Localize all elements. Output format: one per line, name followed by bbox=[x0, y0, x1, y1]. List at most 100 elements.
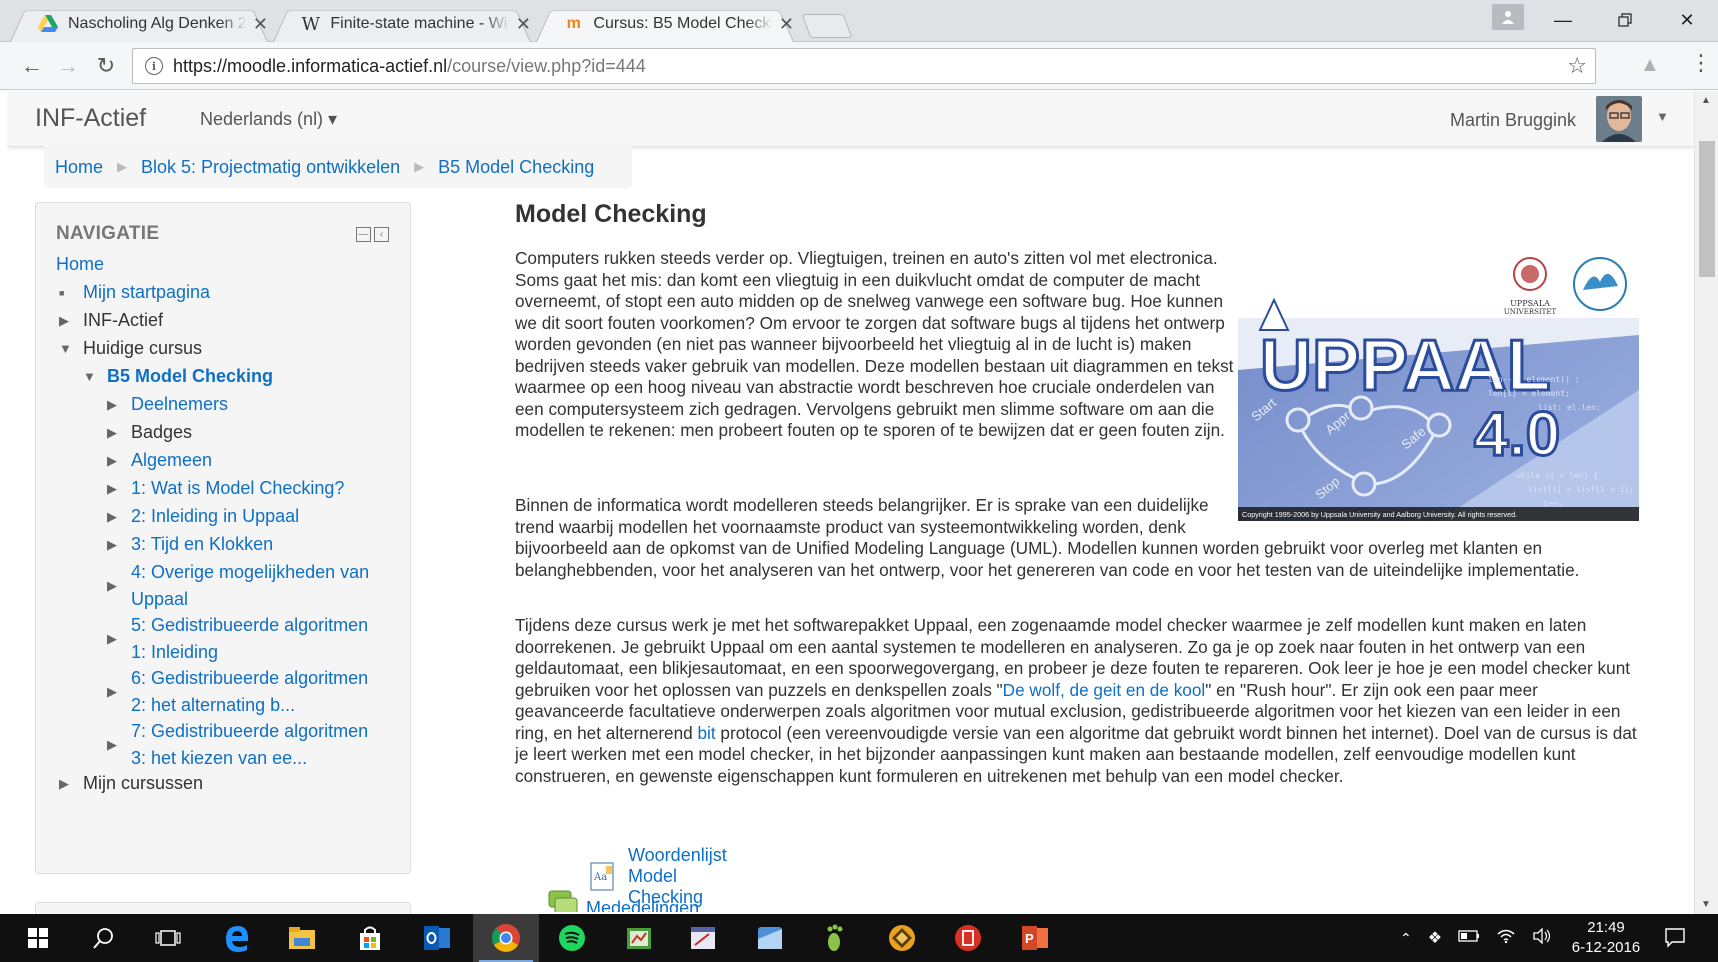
svg-text:while (i < len) {: while (i < len) { bbox=[1516, 471, 1598, 480]
breadcrumb-blok5[interactable]: Blok 5: Projectmatig ontwikkelen bbox=[141, 157, 400, 178]
restore-icon[interactable] bbox=[1594, 0, 1656, 40]
bookmark-star-icon[interactable]: ☆ bbox=[1567, 53, 1587, 79]
battery-icon[interactable] bbox=[1458, 929, 1480, 948]
svg-text:list[i] = list[i + 1];: list[i] = list[i + 1]; bbox=[1528, 485, 1634, 494]
link-bit[interactable]: bit bbox=[698, 723, 716, 743]
expand-arrow-icon[interactable]: ▶ bbox=[59, 307, 77, 334]
browser-menu-icon[interactable]: ⋮ bbox=[1690, 50, 1712, 76]
expand-arrow-icon[interactable]: ▶ bbox=[107, 572, 125, 599]
forward-icon[interactable]: → bbox=[54, 52, 82, 80]
dock-block-icon[interactable]: ‹ bbox=[374, 227, 389, 242]
site-name-link[interactable]: INF-Actief bbox=[35, 104, 146, 133]
nav-item-inf-actief[interactable]: ▶ INF-Actief bbox=[59, 307, 163, 334]
uppaal-logo-image: UPPSALA UNIVERSITET UPPAAL 4.0 Start App… bbox=[1238, 250, 1639, 521]
emblem-app-icon[interactable] bbox=[872, 914, 932, 962]
expand-arrow-icon[interactable]: ▶ bbox=[107, 731, 125, 758]
tab-nascholing[interactable]: Nascholing Alg Denken 2 ✕ bbox=[10, 6, 268, 42]
taskbar-clock[interactable]: 21:49 6-12-2016 bbox=[1566, 918, 1646, 958]
collapse-arrow-icon[interactable]: ▼ bbox=[59, 335, 77, 362]
pdf-app-icon[interactable] bbox=[938, 914, 998, 962]
nav-item-mijn-startpagina[interactable]: ■ Mijn startpagina bbox=[59, 279, 210, 306]
expand-arrow-icon[interactable]: ▶ bbox=[107, 391, 125, 418]
breadcrumb-home[interactable]: Home bbox=[55, 157, 103, 178]
new-tab-button[interactable] bbox=[801, 14, 853, 38]
close-tab-icon[interactable]: ✕ bbox=[253, 14, 268, 35]
expand-arrow-icon[interactable]: ▶ bbox=[107, 678, 125, 705]
url-path: /course/view.php?id=444 bbox=[447, 55, 646, 76]
collapse-arrow-icon[interactable]: ▼ bbox=[83, 363, 101, 390]
address-bar[interactable]: i https://moodle.informatica-actief.nl/c… bbox=[132, 48, 1596, 84]
task-view-icon[interactable] bbox=[138, 914, 198, 962]
avatar[interactable] bbox=[1596, 96, 1642, 142]
nav-item-section-4[interactable]: ▶ 4: Overige mogelijkheden van Uppaal bbox=[107, 559, 369, 613]
nav-item-algemeen[interactable]: ▶ Algemeen bbox=[107, 447, 212, 474]
tab-finite-state-machine[interactable]: W Finite-state machine - Wi ✕ bbox=[273, 6, 531, 42]
language-menu[interactable]: Nederlands (nl) ▾ bbox=[200, 109, 337, 130]
volume-icon[interactable] bbox=[1532, 926, 1552, 949]
chevron-up-icon[interactable]: ⌃ bbox=[1400, 930, 1412, 947]
expand-arrow-icon[interactable]: ▶ bbox=[107, 447, 125, 474]
close-window-icon[interactable]: ✕ bbox=[1656, 0, 1718, 40]
intro-paragraph-3: Tijdens deze cursus werk je met het soft… bbox=[515, 615, 1637, 786]
nav-item-section-5[interactable]: ▶ 5: Gedistribueerde algoritmen 1: Inlei… bbox=[107, 612, 368, 666]
outlook-icon[interactable] bbox=[407, 914, 467, 962]
dropbox-icon[interactable]: ❖ bbox=[1428, 928, 1442, 948]
expand-arrow-icon[interactable]: ▶ bbox=[107, 625, 125, 652]
collapse-block-icon[interactable]: — bbox=[356, 227, 371, 242]
powerpoint-icon[interactable]: P bbox=[1005, 914, 1065, 962]
editor-app-icon[interactable] bbox=[673, 914, 733, 962]
profile-icon[interactable] bbox=[1492, 4, 1524, 30]
link-wolf-geit-kool[interactable]: De wolf, de geit en de kool bbox=[1003, 680, 1206, 700]
windows-start-icon[interactable] bbox=[8, 914, 68, 962]
chrome-taskbar-icon[interactable] bbox=[473, 914, 539, 962]
nav-item-home[interactable]: Home bbox=[56, 251, 104, 278]
chevron-down-icon[interactable]: ▼ bbox=[1656, 109, 1669, 124]
wifi-icon[interactable] bbox=[1496, 928, 1516, 949]
nav-item-section-2[interactable]: ▶ 2: Inleiding in Uppaal bbox=[107, 503, 299, 530]
edge-icon[interactable] bbox=[207, 914, 267, 962]
store-icon[interactable] bbox=[340, 914, 400, 962]
scroll-up-icon[interactable]: ▲ bbox=[1701, 95, 1711, 106]
uni1b-text: UNIVERSITET bbox=[1504, 308, 1557, 316]
expand-arrow-icon[interactable]: ▶ bbox=[107, 419, 125, 446]
spreadsheet-app-icon[interactable] bbox=[609, 914, 669, 962]
expand-arrow-icon[interactable]: ▶ bbox=[107, 475, 125, 502]
nav-item-section-7[interactable]: ▶ 7: Gedistribueerde algoritmen 3: het k… bbox=[107, 718, 368, 772]
scroll-down-icon[interactable]: ▼ bbox=[1701, 899, 1711, 910]
expand-arrow-icon[interactable]: ▶ bbox=[59, 770, 77, 797]
activity-mededelingen[interactable]: Mededelingen bbox=[548, 890, 699, 912]
file-explorer-icon[interactable] bbox=[272, 914, 332, 962]
reload-icon[interactable]: ↻ bbox=[92, 52, 120, 80]
scrollbar-thumb[interactable] bbox=[1699, 141, 1715, 277]
snipping-tool-icon[interactable] bbox=[740, 914, 800, 962]
nav-item-b5-model-checking[interactable]: ▼ B5 Model Checking bbox=[83, 363, 273, 390]
extension-drive-icon[interactable]: ▲ bbox=[1640, 54, 1660, 77]
user-name[interactable]: Martin Bruggink bbox=[1450, 110, 1576, 131]
action-center-icon[interactable] bbox=[1664, 926, 1686, 948]
wikipedia-icon: W bbox=[301, 13, 320, 35]
page-scrollbar[interactable]: ▲ ▼ bbox=[1694, 91, 1718, 914]
nav-item-section-3[interactable]: ▶ 3: Tijd en Klokken bbox=[107, 531, 273, 558]
nav-item-mijn-cursussen[interactable]: ▶ Mijn cursussen bbox=[59, 770, 203, 797]
nav-item-deelnemers[interactable]: ▶ Deelnemers bbox=[107, 391, 228, 418]
svg-text:len-- ; element() ;: len-- ; element() ; bbox=[1488, 375, 1580, 384]
expand-arrow-icon[interactable]: ▶ bbox=[107, 503, 125, 530]
nav-item-huidige-cursus[interactable]: ▼ Huidige cursus bbox=[59, 335, 202, 362]
spotify-icon[interactable] bbox=[542, 914, 602, 962]
minimize-icon[interactable]: — bbox=[1532, 0, 1594, 40]
footprint-app-icon[interactable] bbox=[806, 914, 866, 962]
breadcrumb-separator-icon: ▶ bbox=[414, 159, 425, 174]
search-icon[interactable] bbox=[74, 914, 134, 962]
nav-item-section-6[interactable]: ▶ 6: Gedistribueerde algoritmen 2: het a… bbox=[107, 665, 368, 719]
tab-cursus-b5[interactable]: m Cursus: B5 Model Checkin ✕ bbox=[536, 6, 794, 42]
close-tab-icon[interactable]: ✕ bbox=[516, 14, 531, 35]
breadcrumb-course[interactable]: B5 Model Checking bbox=[438, 157, 594, 178]
browser-tab-bar: Nascholing Alg Denken 2 ✕ W Finite-state… bbox=[0, 0, 1718, 42]
expand-arrow-icon[interactable]: ▶ bbox=[107, 531, 125, 558]
site-info-icon[interactable]: i bbox=[145, 57, 163, 75]
svg-text:P: P bbox=[1025, 931, 1034, 946]
nav-item-section-1[interactable]: ▶ 1: Wat is Model Checking? bbox=[107, 475, 344, 502]
nav-item-badges[interactable]: ▶ Badges bbox=[107, 419, 192, 446]
back-icon[interactable]: ← bbox=[18, 52, 46, 80]
close-tab-icon[interactable]: ✕ bbox=[779, 14, 794, 35]
